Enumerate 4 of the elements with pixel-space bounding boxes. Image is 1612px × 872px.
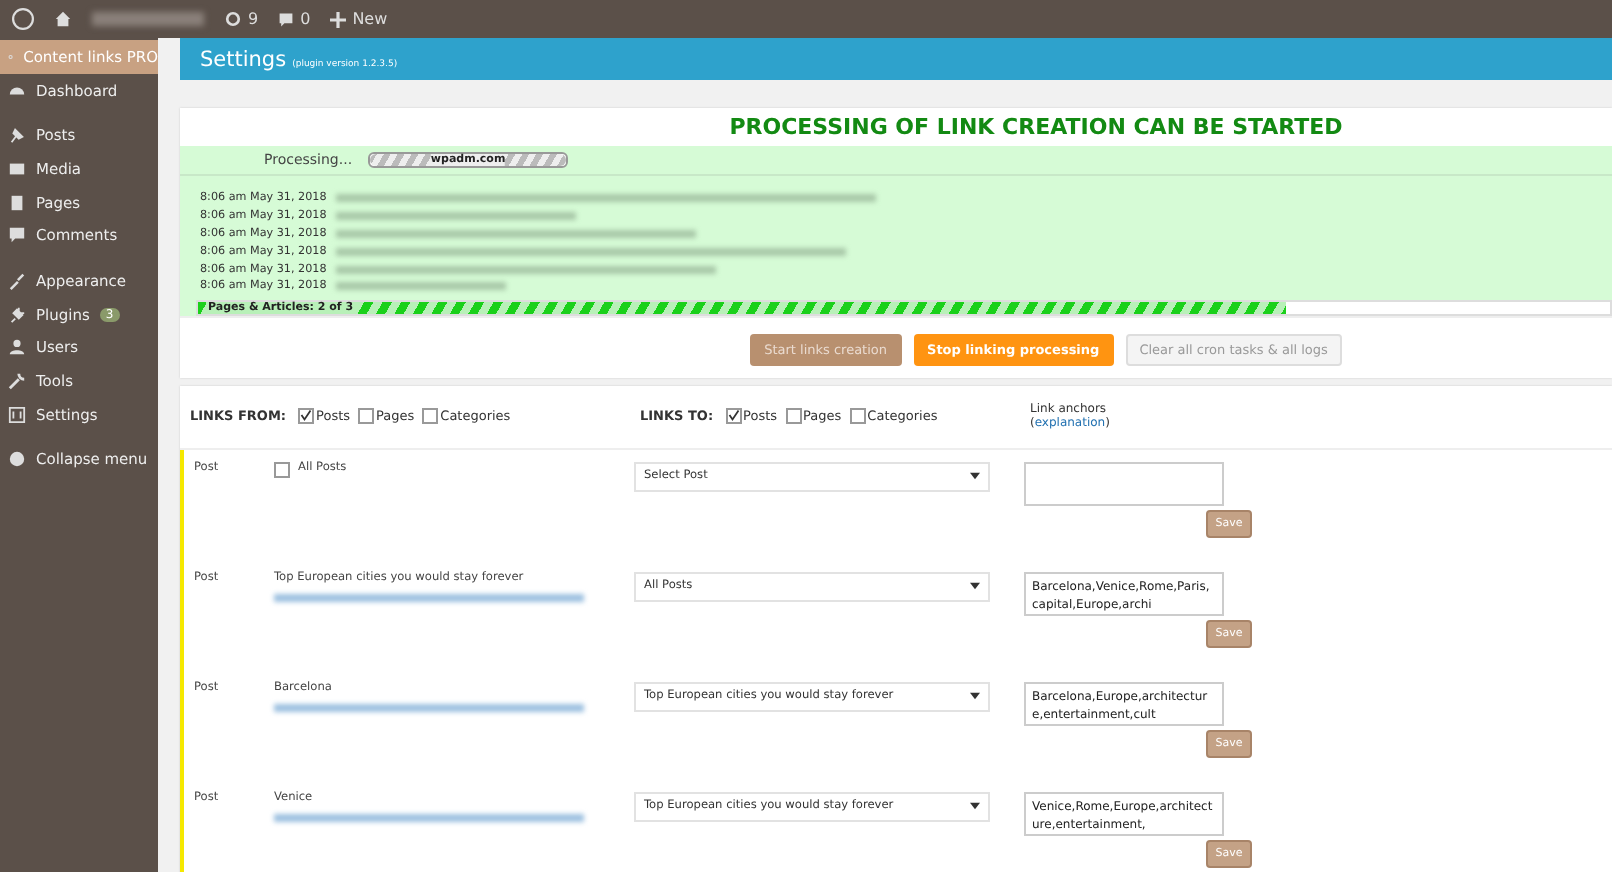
comments-count: 0	[300, 10, 311, 28]
new-link[interactable]: New	[352, 10, 388, 28]
processing-title: PROCESSING OF LINK CREATION CAN BE STARTED	[727, 112, 1345, 144]
updates-count: 9	[248, 10, 259, 28]
